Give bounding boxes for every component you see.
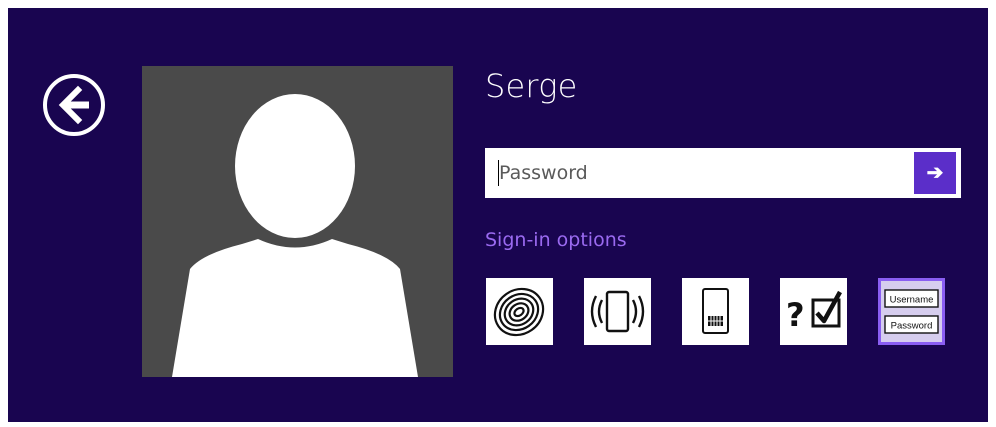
pin-device-icon [702,288,729,334]
password-field-container: ➔ [485,148,961,198]
sign-in-options-link[interactable]: Sign-in options [485,226,627,254]
back-button[interactable] [42,73,106,137]
security-question-option-tile[interactable]: ? [780,278,847,345]
fingerprint-icon [493,287,545,337]
user-avatar [142,66,453,377]
arrow-right-icon: ➔ [926,162,944,184]
device-wave-icon [590,290,645,333]
tile-password-text: Password [891,321,933,332]
question-check-icon: ? [786,290,842,334]
password-option-tile[interactable]: Username Password [878,278,945,345]
user-name: Serge [485,67,578,105]
password-input[interactable] [485,148,909,198]
device-option-tile[interactable] [584,278,651,345]
submit-button[interactable]: ➔ [914,152,956,194]
back-arrow-icon [43,74,105,136]
user-silhouette-icon [172,94,418,377]
username-password-icon: Username Password [884,289,939,334]
text-caret [498,160,499,186]
fingerprint-option-tile[interactable] [486,278,553,345]
question-mark-text: ? [786,296,805,334]
pin-option-tile[interactable] [682,278,749,345]
tile-username-text: Username [890,295,934,306]
